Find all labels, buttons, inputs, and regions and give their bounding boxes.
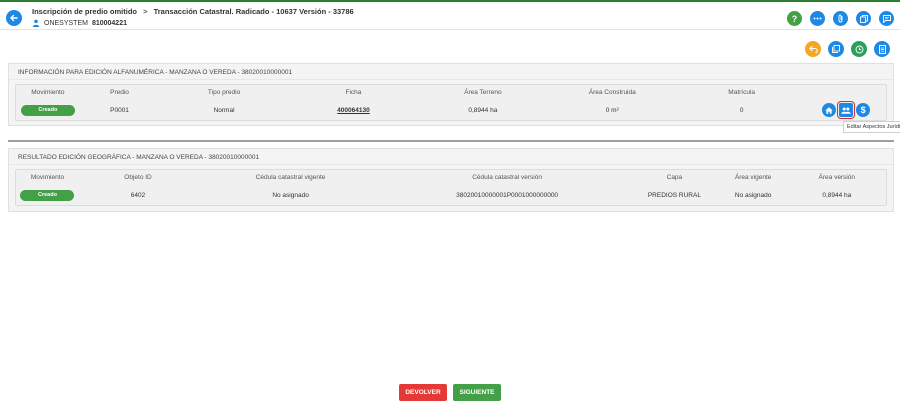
column-header: Matrícula [728, 89, 756, 96]
cedula-vigente-cell: No asignado [272, 191, 309, 199]
back-button[interactable] [6, 10, 22, 26]
ficha-cell: 400064130 [289, 107, 418, 114]
movement-cell: Creado [16, 104, 80, 116]
help-icon[interactable]: ? [787, 11, 802, 26]
column-header: Tipo predio [207, 89, 241, 96]
column-header: Objeto ID [124, 174, 152, 181]
column-header: Cédula catastral versión [472, 174, 542, 181]
tipo-predio-cell: Normal [213, 106, 235, 114]
attachment-icon[interactable] [833, 11, 848, 26]
area-construida-cell: 0 m² [605, 106, 619, 114]
area-vigente-cell: No asignado [734, 191, 772, 199]
comment-icon[interactable] [879, 11, 894, 26]
geographic-result-panel: RESULTADO EDICIÓN GEOGRÁFICA - MANZANA O… [8, 148, 894, 212]
more-icon[interactable] [810, 11, 825, 26]
status-badge: Creado [20, 104, 75, 116]
table-row[interactable]: Creado P0001 Normal 400064130 0,8944 ha … [16, 100, 886, 120]
return-button[interactable]: DEVOLVER [399, 384, 447, 401]
movement-cell: Creado [16, 189, 79, 201]
area-terreno-cell: 0,8944 ha [468, 106, 498, 114]
row-action-icons: $ [806, 101, 886, 119]
breadcrumb: Inscripción de predio omitido > Transacc… [32, 7, 354, 16]
dollar-icon[interactable]: $ [856, 103, 871, 117]
column-header: Área versión [818, 174, 856, 181]
column-header: Área Terreno [464, 89, 502, 96]
area-version-cell: 0,8944 ha [822, 191, 852, 199]
status-badge: Creado [20, 189, 75, 201]
people-icon[interactable] [837, 101, 856, 119]
home-icon[interactable] [822, 103, 837, 117]
panel-title: INFORMACIÓN PARA EDICIÓN ALFANUMÉRICA - … [9, 64, 893, 80]
alphanumeric-table: Movimiento Predio Tipo predio Ficha Área… [15, 84, 887, 121]
user-id: 810004221 [91, 19, 127, 27]
arrow-left-icon [10, 14, 18, 22]
breadcrumb-process: Inscripción de predio omitido [32, 7, 138, 16]
breadcrumb-transaction: Transacción Catastral. Radicado - 10637 … [153, 7, 354, 16]
breadcrumb-separator: > [143, 7, 148, 16]
document-icon[interactable] [874, 41, 890, 57]
undo-icon[interactable] [805, 41, 821, 57]
predio-cell: P0001 [110, 106, 129, 114]
column-header: Predio [110, 89, 129, 96]
column-header: Ficha [345, 89, 362, 96]
user-info: ONESYSTEM 810004221 [32, 19, 127, 27]
column-header: Movimiento [31, 89, 65, 96]
row-actions: $ [806, 101, 886, 119]
footer-actions: DEVOLVER SIGUIENTE [0, 384, 900, 401]
ficha-link[interactable]: 400064130 [337, 107, 370, 114]
cedula-version-cell: 38020010000001P0001000000000 [456, 191, 559, 199]
panel-title: RESULTADO EDICIÓN GEOGRÁFICA - MANZANA O… [9, 149, 893, 165]
table-row[interactable]: Creado 6402 No asignado 38020010000001P0… [16, 185, 886, 205]
tooltip: Editar Aspectos Jurídi [843, 121, 900, 133]
page-header: Inscripción de predio omitido > Transacc… [0, 2, 900, 30]
layers-icon[interactable] [828, 41, 844, 57]
copy-icon[interactable] [856, 11, 871, 26]
column-header: Cédula catastral vigente [255, 174, 326, 181]
next-button[interactable]: SIGUIENTE [453, 384, 501, 401]
matricula-cell: 0 [739, 106, 744, 114]
alphanumeric-edit-panel: INFORMACIÓN PARA EDICIÓN ALFANUMÉRICA - … [8, 63, 894, 126]
table-header: Movimiento Predio Tipo predio Ficha Área… [16, 85, 886, 100]
geographic-table: Movimiento Objeto ID Cédula catastral vi… [15, 169, 887, 206]
objeto-id-cell: 6402 [130, 191, 146, 199]
table-header: Movimiento Objeto ID Cédula catastral vi… [16, 170, 886, 185]
column-header: Movimiento [30, 174, 65, 181]
capa-cell: PREDIOS RURAL [647, 191, 701, 199]
user-name: ONESYSTEM [44, 19, 88, 27]
user-icon [32, 19, 40, 27]
column-header: Área Construida [588, 89, 636, 96]
history-icon[interactable] [851, 41, 867, 57]
header-toolbar: ? [787, 11, 894, 26]
column-header: Capa [666, 174, 683, 181]
column-header: Área vigente [734, 174, 772, 181]
action-toolbar [805, 41, 890, 57]
section-divider [8, 140, 894, 142]
